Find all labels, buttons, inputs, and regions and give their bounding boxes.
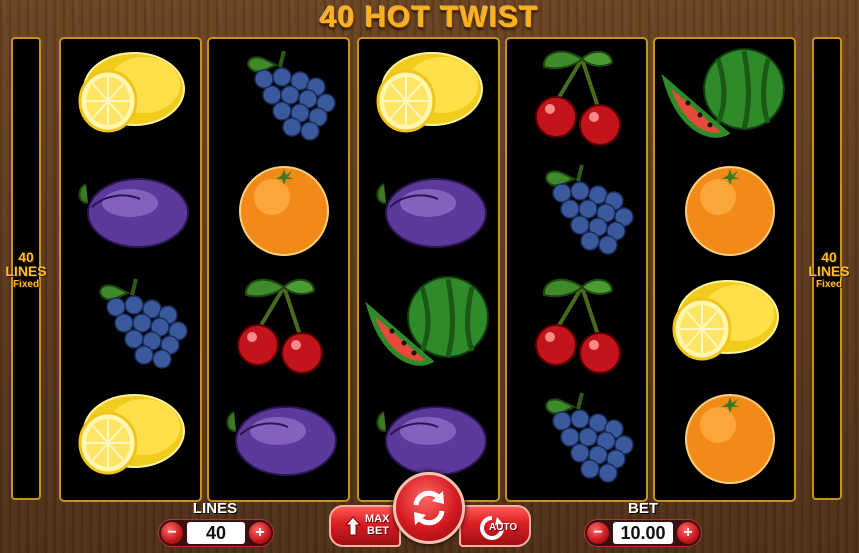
- cherry-symbol: [209, 273, 348, 388]
- reel-5: [653, 37, 796, 502]
- lines-minus-button[interactable]: −: [161, 522, 183, 544]
- right-lines-indicator: 40 LINES Fixed: [804, 250, 854, 292]
- bet-minus-button[interactable]: −: [587, 522, 609, 544]
- arrow-up-icon: [345, 516, 361, 536]
- orange-icon: [684, 394, 775, 484]
- grapes-icon: [544, 392, 634, 483]
- auto-label: AUTO: [489, 522, 518, 533]
- lines-label: LINES: [192, 500, 238, 517]
- left-lines-fixed: Fixed: [12, 279, 40, 290]
- left-lines-text: LINES: [5, 263, 47, 279]
- plum-symbol: [359, 159, 498, 274]
- orange-icon: [238, 166, 329, 256]
- orange-symbol: [655, 159, 794, 274]
- lemon-icon: [376, 52, 483, 133]
- right-lines-count: 40: [821, 249, 837, 265]
- grapes-icon: [98, 278, 188, 369]
- left-lines-count: 40: [18, 249, 34, 265]
- cherry-symbol: [507, 273, 646, 388]
- lemon-symbol: [61, 45, 200, 160]
- right-lines-fixed: Fixed: [815, 279, 843, 290]
- lemon-symbol: [61, 387, 200, 500]
- max-bet-line1: MAX: [365, 513, 390, 525]
- grapes-icon: [246, 50, 336, 141]
- cherry-symbol: [507, 45, 646, 160]
- max-bet-line2: BET: [367, 525, 389, 537]
- plum-icon: [226, 406, 337, 476]
- watermelon-icon: [364, 276, 489, 366]
- reel-1: [59, 37, 202, 502]
- grapes-symbol: [507, 387, 646, 500]
- lemon-icon: [78, 394, 185, 475]
- plum-icon: [376, 178, 487, 248]
- lemon-symbol: [655, 273, 794, 388]
- lemon-icon: [78, 52, 185, 133]
- grapes-symbol: [209, 45, 348, 160]
- spin-arrows-icon: [413, 490, 445, 526]
- auto-spin-button[interactable]: AUTO: [459, 505, 531, 547]
- plum-symbol: [209, 387, 348, 500]
- right-lines-text: LINES: [808, 263, 850, 279]
- bet-stepper: − 10.00 +: [584, 519, 702, 547]
- left-lines-indicator: 40 LINES Fixed: [1, 250, 51, 292]
- orange-icon: [684, 166, 775, 256]
- max-bet-button[interactable]: MAX BET: [329, 505, 401, 547]
- reel-2: [207, 37, 350, 502]
- lines-value: 40: [187, 522, 245, 544]
- plum-symbol: [61, 159, 200, 274]
- spin-button[interactable]: [393, 472, 465, 544]
- watermelon-symbol: [655, 45, 794, 160]
- lemon-symbol: [359, 45, 498, 160]
- orange-symbol: [655, 387, 794, 500]
- grapes-symbol: [507, 159, 646, 274]
- cherry-icon: [236, 278, 323, 374]
- watermelon-symbol: [359, 273, 498, 388]
- lines-stepper: − 40 +: [158, 519, 274, 547]
- orange-symbol: [209, 159, 348, 274]
- plum-icon: [78, 178, 189, 248]
- bet-plus-button[interactable]: +: [677, 522, 699, 544]
- cherry-icon: [534, 278, 621, 374]
- lines-plus-button[interactable]: +: [249, 522, 271, 544]
- reel-4: [505, 37, 648, 502]
- game-title: 40 HOT TWIST: [320, 1, 539, 34]
- bet-value: 10.00: [613, 522, 673, 544]
- bet-label: BET: [628, 500, 658, 517]
- reel-3: [357, 37, 500, 502]
- grapes-symbol: [61, 273, 200, 388]
- cherry-icon: [534, 50, 621, 146]
- lemon-icon: [672, 280, 779, 361]
- watermelon-icon: [660, 48, 785, 138]
- grapes-icon: [544, 164, 634, 255]
